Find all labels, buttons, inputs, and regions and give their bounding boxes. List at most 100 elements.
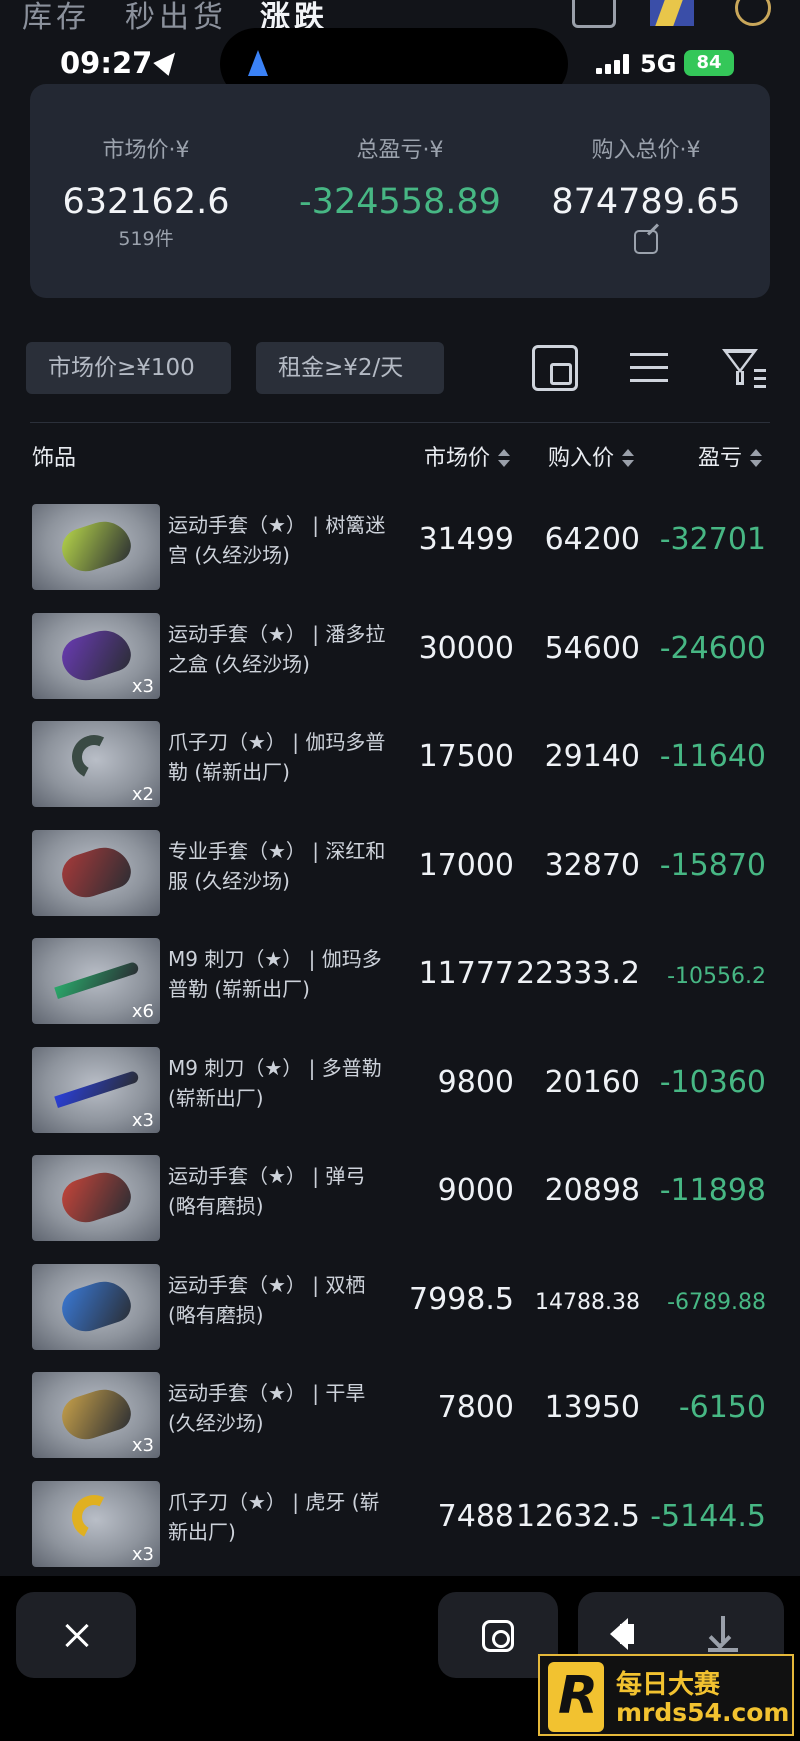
item-image-icon [54,961,140,999]
calendar-check-icon[interactable] [572,0,616,28]
quantity-badge: x3 [131,675,154,697]
market-price-cell: 9000 [437,1173,514,1208]
grid-view-icon[interactable] [532,345,578,391]
table-row[interactable]: x3 爪子刀（★） | 虎牙 (崭新出厂) 7488 12632.5 -5144… [0,1477,800,1586]
portfolio-summary-card: 市场价·¥ 632162.6 519件 总盈亏·¥ -324558.89 购入总… [30,84,770,298]
column-market-price[interactable]: 市场价 [424,440,511,472]
buy-price-cell: 22333.2 [515,956,640,991]
tab-inventory[interactable]: 库存 [22,0,90,36]
item-image-icon [66,729,122,785]
sort-icon[interactable] [750,449,763,467]
buy-price-cell: 14788.38 [535,1289,640,1315]
profit-loss-cell: -11640 [659,739,766,774]
quantity-badge: x3 [131,1435,154,1456]
navigation-arrow-icon [248,50,268,76]
watermark-url: mrds54.com [616,1698,790,1727]
market-value-block: 市场价·¥ 632162.6 519件 [26,132,266,251]
quantity-badge: x6 [131,1001,154,1022]
table-row[interactable]: x3 运动手套（★） | 干旱 (久经沙场) 7800 13950 -6150 [0,1368,800,1477]
avatar[interactable] [735,0,771,26]
column-item: 饰品 [32,446,77,471]
buy-price-cell: 64200 [544,522,640,557]
filter-icon[interactable] [720,345,766,391]
network-type: 5G [640,50,677,78]
item-name: 爪子刀（★） | 伽玛多普勒 (崭新出厂) [168,730,386,784]
battery-indicator: 84 [684,50,734,76]
table-row[interactable]: x6 M9 刺刀（★） | 伽玛多普勒 (崭新出厂) 11777 22333.2… [0,934,800,1043]
status-bar: 09:27 5G 84 [0,28,800,100]
table-row[interactable]: 专业手套（★） | 深红和服 (久经沙场) 17000 32870 -15870 [0,826,800,935]
total-cost-label: 购入总价·¥ [591,138,701,163]
profit-loss-cell: -10360 [659,1064,766,1100]
item-name: 专业手套（★） | 深红和服 (久经沙场) [168,838,386,893]
column-profit-loss[interactable]: 盈亏 [698,440,763,472]
divider [30,422,770,423]
item-image-icon [56,840,136,903]
tab-quick-sell[interactable]: 秒出货 [125,0,227,36]
sort-icon[interactable] [622,449,635,467]
item-image-icon [56,1274,136,1337]
profit-loss-cell: -5144.5 [650,1498,766,1534]
item-image-icon [56,1165,136,1229]
market-price-cell: 30000 [418,630,514,666]
table-row[interactable]: x2 爪子刀（★） | 伽玛多普勒 (崭新出厂) 17500 29140 -11… [0,717,800,826]
table-row[interactable]: x3 运动手套（★） | 潘多拉之盒 (久经沙场) 30000 54600 -2… [0,609,800,718]
profit-loss-cell: -24600 [659,630,766,666]
item-thumbnail [32,504,160,590]
profit-loss-cell: -10556.2 [667,964,766,989]
market-price-cell: 7800 [437,1390,514,1425]
market-price-cell: 17000 [418,847,514,883]
item-thumbnail: x2 [32,721,160,807]
buy-price-cell: 20160 [544,1064,640,1100]
app-logo-icon[interactable] [650,0,694,26]
filter-rent[interactable]: 租金≥¥2/天 [256,342,444,394]
filter-market-price[interactable]: 市场价≥¥100 [26,342,231,394]
list-view-icon[interactable] [626,345,672,391]
holdings-list: 运动手套（★） | 树篱迷宫 (久经沙场) 31499 64200 -32701… [0,500,800,1585]
total-pl-block: 总盈亏·¥ -324558.89 [280,132,520,222]
table-header: 饰品 市场价 购入价 盈亏 [0,440,800,480]
table-row[interactable]: 运动手套（★） | 树篱迷宫 (久经沙场) 31499 64200 -32701 [0,500,800,609]
item-thumbnail: x3 [32,612,160,699]
profit-loss-cell: -32701 [659,522,766,557]
item-thumbnail: x3 [32,1372,160,1458]
market-price-cell: 31499 [418,522,514,557]
total-pl-value: -324558.89 [299,182,501,222]
total-cost-block: 购入总价·¥ 874789.65 [526,132,766,258]
profit-loss-cell: -6789.88 [667,1289,766,1315]
market-price-cell: 17500 [418,739,514,774]
column-buy-price[interactable]: 购入价 [548,440,635,472]
item-thumbnail: x3 [32,1480,160,1567]
speaker-icon[interactable] [620,1624,634,1644]
table-row[interactable]: 运动手套（★） | 双栖 (略有磨损) 7998.5 14788.38 -678… [0,1260,800,1369]
profit-loss-cell: -15870 [659,847,766,883]
item-image-icon [56,514,136,578]
buy-price-cell: 32870 [544,847,640,883]
item-thumbnail [32,1263,160,1350]
scan-icon [482,1620,514,1652]
buy-price-cell: 12632.5 [515,1498,640,1534]
market-value-label: 市场价·¥ [102,138,190,163]
quantity-badge: x2 [131,784,154,805]
location-arrow-icon [153,46,183,76]
download-icon[interactable] [708,1616,738,1652]
close-button[interactable] [16,1592,136,1678]
item-count: 519件 [118,228,174,250]
buy-price-cell: 29140 [544,739,640,774]
item-name: 爪子刀（★） | 虎牙 (崭新出厂) [168,1489,380,1544]
total-cost-value: 874789.65 [551,182,741,222]
sort-icon[interactable] [498,449,511,467]
item-name: M9 刺刀（★） | 伽玛多普勒 (崭新出厂) [168,947,382,1001]
table-row[interactable]: x3 M9 刺刀（★） | 多普勒 (崭新出厂) 9800 20160 -103… [0,1043,800,1152]
item-name: 运动手套（★） | 弹弓 (略有磨损) [168,1164,366,1218]
clock: 09:27 [60,46,153,80]
table-row[interactable]: 运动手套（★） | 弹弓 (略有磨损) 9000 20898 -11898 [0,1151,800,1260]
edit-icon[interactable] [634,230,658,254]
item-thumbnail: x6 [32,938,160,1024]
market-value: 632162.6 [62,182,230,222]
item-image-icon [56,1382,136,1446]
quantity-badge: x3 [131,1543,154,1565]
market-price-cell: 11777 [418,956,514,991]
buy-price-cell: 13950 [544,1390,640,1425]
column-market-label: 市场价 [424,446,491,471]
